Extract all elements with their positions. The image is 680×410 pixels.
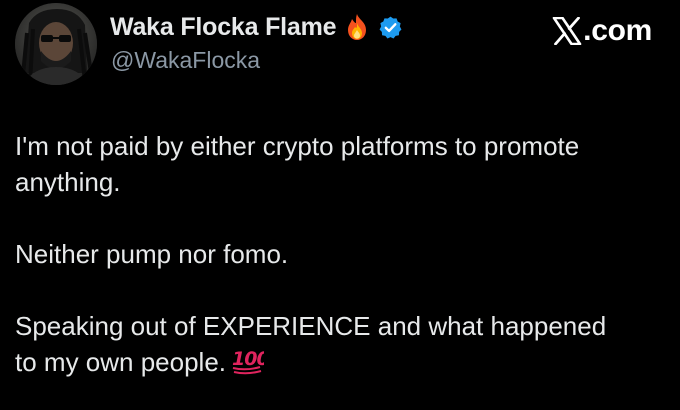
brand-mark: .com	[552, 13, 652, 49]
avatar[interactable]	[15, 3, 97, 85]
brand-domain: .com	[583, 14, 652, 47]
display-name[interactable]: Waka Flocka Flame	[110, 13, 337, 42]
name-row: Waka Flocka Flame	[110, 10, 403, 44]
verified-badge-icon[interactable]	[378, 15, 403, 40]
x-logo-icon	[552, 16, 582, 46]
tweet-line-2: Neither pump nor fomo.	[15, 239, 289, 269]
user-avatar-icon	[15, 3, 97, 85]
fire-icon	[344, 13, 370, 41]
tweet-body: I'm not paid by either crypto platforms …	[15, 128, 635, 410]
tweet-line-3: Speaking out of EXPERIENCE and what happ…	[15, 308, 635, 380]
tweet-line-3-text: Speaking out of EXPERIENCE and what happ…	[15, 311, 607, 377]
hundred-points-icon: 100	[230, 345, 270, 375]
tweet-line-1: I'm not paid by either crypto platforms …	[15, 131, 580, 197]
author-handle[interactable]: @WakaFlocka	[111, 47, 260, 74]
tweet-card: Waka Flocka Flame @WakaFlocka .com I'm n	[0, 0, 680, 410]
